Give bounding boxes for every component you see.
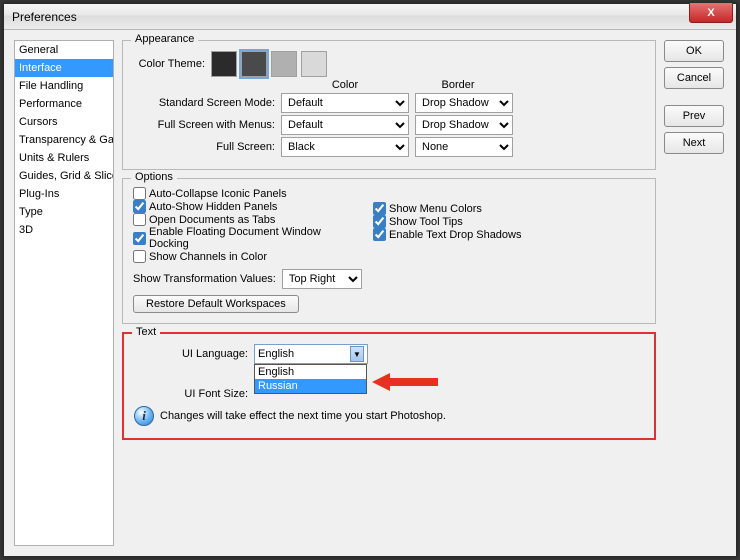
appearance-group: Appearance Color Theme: Color Border Sta… [122, 40, 656, 170]
standard-screen-label: Standard Screen Mode: [133, 97, 281, 109]
theme-swatch-2[interactable] [241, 51, 267, 77]
window-title: Preferences [12, 10, 77, 24]
titlebar: Preferences X [4, 4, 736, 30]
sidebar-item-interface[interactable]: Interface [15, 59, 113, 77]
auto-collapse-checkbox[interactable]: Auto-Collapse Iconic Panels [133, 187, 359, 200]
full-menus-color-select[interactable]: Default [281, 115, 409, 135]
theme-swatch-1[interactable] [211, 51, 237, 77]
transform-values-select[interactable]: Top Right [282, 269, 362, 289]
show-tooltips-checkbox[interactable]: Show Tool Tips [373, 215, 522, 228]
sidebar-item-cursors[interactable]: Cursors [15, 113, 113, 131]
transform-values-label: Show Transformation Values: [133, 273, 282, 285]
full-screen-label: Full Screen: [133, 141, 281, 153]
theme-swatch-3[interactable] [271, 51, 297, 77]
ui-language-dropdown-list: English Russian [254, 364, 367, 394]
sidebar-item-units[interactable]: Units & Rulers [15, 149, 113, 167]
full-screen-color-select[interactable]: Black [281, 137, 409, 157]
info-text: Changes will take effect the next time y… [160, 410, 446, 422]
language-option-english[interactable]: English [255, 365, 366, 379]
ui-font-size-label: UI Font Size: [134, 388, 254, 400]
header-color: Color [281, 79, 409, 91]
ui-language-label: UI Language: [134, 348, 254, 360]
full-menus-label: Full Screen with Menus: [133, 119, 281, 131]
close-x-icon: X [707, 7, 714, 19]
cancel-button[interactable]: Cancel [664, 67, 724, 89]
next-button[interactable]: Next [664, 132, 724, 154]
sidebar-item-type[interactable]: Type [15, 203, 113, 221]
header-border: Border [409, 79, 507, 91]
preferences-dialog: Preferences X General Interface File Han… [3, 3, 737, 557]
ok-button[interactable]: OK [664, 40, 724, 62]
enable-dock-checkbox[interactable]: Enable Floating Document Window Docking [133, 226, 359, 250]
sidebar-item-general[interactable]: General [15, 41, 113, 59]
sidebar-item-plugins[interactable]: Plug-Ins [15, 185, 113, 203]
sidebar-item-file-handling[interactable]: File Handling [15, 77, 113, 95]
enable-shadows-checkbox[interactable]: Enable Text Drop Shadows [373, 228, 522, 241]
ui-language-selected: English [258, 348, 294, 360]
prev-button[interactable]: Prev [664, 105, 724, 127]
options-group: Options Auto-Collapse Iconic Panels Auto… [122, 178, 656, 324]
sidebar-item-performance[interactable]: Performance [15, 95, 113, 113]
standard-screen-border-select[interactable]: Drop Shadow [415, 93, 513, 113]
category-sidebar: General Interface File Handling Performa… [14, 40, 114, 546]
full-screen-border-select[interactable]: None [415, 137, 513, 157]
sidebar-item-3d[interactable]: 3D [15, 221, 113, 239]
info-icon: i [134, 406, 154, 426]
show-menu-colors-checkbox[interactable]: Show Menu Colors [373, 202, 522, 215]
close-button[interactable]: X [689, 3, 733, 23]
appearance-legend: Appearance [131, 33, 198, 45]
sidebar-item-transparency[interactable]: Transparency & Gamut [15, 131, 113, 149]
standard-screen-color-select[interactable]: Default [281, 93, 409, 113]
text-legend: Text [132, 326, 160, 338]
ui-language-select[interactable]: English ▼ English Russian [254, 344, 368, 364]
restore-button[interactable]: Restore Default Workspaces [133, 295, 299, 313]
auto-show-checkbox[interactable]: Auto-Show Hidden Panels [133, 200, 359, 213]
open-tabs-checkbox[interactable]: Open Documents as Tabs [133, 213, 359, 226]
show-channels-checkbox[interactable]: Show Channels in Color [133, 250, 359, 263]
text-group: Text UI Language: English ▼ English Russ… [122, 332, 656, 440]
theme-swatch-4[interactable] [301, 51, 327, 77]
chevron-down-icon: ▼ [350, 346, 364, 362]
language-option-russian[interactable]: Russian [255, 379, 366, 393]
color-theme-label: Color Theme: [133, 58, 211, 70]
options-legend: Options [131, 171, 177, 183]
sidebar-item-guides[interactable]: Guides, Grid & Slices [15, 167, 113, 185]
dialog-buttons: OK Cancel Prev Next [664, 40, 726, 546]
full-menus-border-select[interactable]: Drop Shadow [415, 115, 513, 135]
